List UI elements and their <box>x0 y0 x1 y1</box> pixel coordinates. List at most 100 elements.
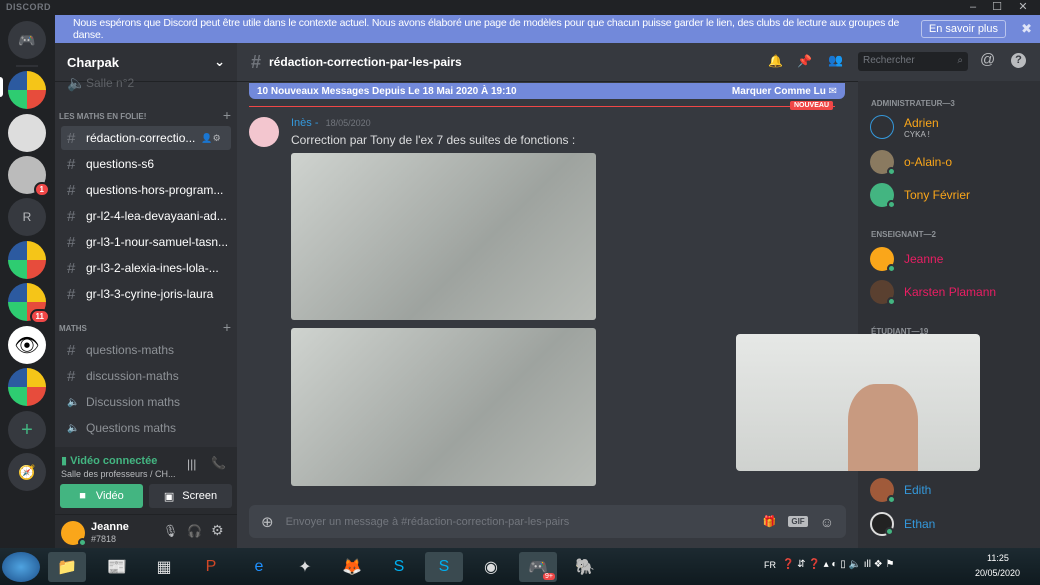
video-button[interactable]: ■ Vidéo <box>60 484 143 508</box>
whiteboard-image[interactable] <box>291 328 596 486</box>
noise-icon[interactable]: ||| <box>187 457 196 471</box>
voice-channel[interactable]: 🔈 Questions maths <box>61 416 231 440</box>
close-window-button[interactable]: ✕ <box>1012 0 1034 15</box>
screen-share-button[interactable]: ▣ Screen <box>149 484 232 508</box>
powerpoint-icon[interactable]: P <box>192 552 230 582</box>
explore-button[interactable]: 🧭 <box>8 453 46 491</box>
plus-icon[interactable]: + <box>223 107 231 123</box>
guild-name: Charpak <box>67 54 120 70</box>
pin-icon[interactable]: 📌 <box>797 54 812 68</box>
member-item[interactable]: o-Alain-o <box>870 150 952 176</box>
discord-taskbar-icon[interactable]: 🎮 9+ <box>519 552 557 582</box>
whiteboard-image[interactable] <box>291 153 596 320</box>
maximize-button[interactable]: ☐ <box>986 0 1008 15</box>
hash-icon: # <box>67 129 76 147</box>
member-item[interactable]: Jeanne <box>870 247 943 273</box>
plus-icon: + <box>21 418 33 441</box>
disconnect-icon[interactable]: 📞 <box>211 456 226 470</box>
member-item[interactable]: Edith <box>870 478 931 504</box>
chevron-down-icon: ⌄ <box>214 54 225 69</box>
channel-item[interactable]: # questions-s6 <box>61 152 231 176</box>
hash-icon: # <box>67 233 76 251</box>
help-icon[interactable]: ? <box>1011 53 1026 68</box>
avatar[interactable] <box>249 117 279 147</box>
member-item[interactable]: Ethan <box>870 512 935 536</box>
new-messages-bar[interactable]: 10 Nouveaux Messages Depuis Le 18 Mai 20… <box>249 83 845 99</box>
gear-icon[interactable]: ⚙ <box>211 522 224 539</box>
gif-icon[interactable]: GIF <box>788 516 808 527</box>
voice-channel[interactable]: 🔈 Discussion maths <box>61 390 231 414</box>
member-item[interactable]: Tony Février <box>870 183 970 209</box>
channel-item[interactable]: # questions-hors-program... <box>61 178 231 202</box>
unread-badge: 11 <box>29 309 50 324</box>
channel-label: gr-l2-4-lea-devayaani-ad... <box>86 209 227 223</box>
start-button[interactable] <box>2 552 40 582</box>
server-icon[interactable]: R <box>8 198 46 236</box>
search-input[interactable]: Rechercher ⌕ <box>858 52 968 71</box>
bell-icon[interactable]: 🔔 <box>768 54 783 68</box>
firefox-icon[interactable]: 🦊 <box>333 552 371 582</box>
close-banner-icon[interactable]: ✖ <box>1021 21 1032 37</box>
clock-time[interactable]: 11:25 <box>987 553 1009 563</box>
title-bar: DISCORD – ☐ ✕ <box>0 0 1040 15</box>
channel-label: gr-l3-1-nour-samuel-tasn... <box>86 235 229 249</box>
explorer-icon[interactable]: 📁 <box>48 552 86 582</box>
members-icon[interactable]: 👥 <box>828 53 843 67</box>
server-icon[interactable] <box>8 114 46 152</box>
banner-text: Nous espérons que Discord peut être util… <box>73 17 900 41</box>
channel-item[interactable]: # gr-l2-4-lea-devayaani-ad... <box>61 204 231 228</box>
channel-item[interactable]: # questions-maths <box>61 338 231 362</box>
channel-label: questions-s6 <box>86 157 155 171</box>
server-icon[interactable] <box>8 241 46 279</box>
channel-item[interactable]: # gr-l3-2-alexia-ines-lola-... <box>61 256 231 280</box>
server-icon[interactable]: 👁 <box>8 326 46 364</box>
minimize-button[interactable]: – <box>962 0 984 15</box>
invite-icon[interactable]: 👤⚙ <box>201 133 220 144</box>
server-icon[interactable] <box>8 368 46 406</box>
app-icon[interactable]: ✦ <box>286 552 324 582</box>
ie-icon[interactable]: e <box>240 552 278 582</box>
evernote-icon[interactable]: 🐘 <box>566 552 604 582</box>
mark-read-button[interactable]: Marquer Comme Lu ✉ <box>732 86 837 97</box>
channel-label: Questions maths <box>86 421 177 435</box>
app-icon[interactable]: 📰 <box>98 552 136 582</box>
apps-grid-icon[interactable]: ▦ <box>145 552 183 582</box>
learn-more-button[interactable]: En savoir plus <box>920 20 1006 38</box>
message-composer[interactable]: ⊕ Envoyer un message à #rédaction-correc… <box>249 505 846 538</box>
channel-item[interactable]: # gr-l3-1-nour-samuel-tasn... <box>61 230 231 254</box>
clock-date[interactable]: 20/05/2020 <box>975 568 1020 578</box>
server-icon[interactable]: 11 <box>8 283 50 324</box>
mention-icon[interactable]: @ <box>980 51 995 68</box>
emoji-icon[interactable]: ☺ <box>820 514 834 530</box>
webcam-overlay[interactable] <box>736 334 980 471</box>
microphone-icon[interactable]: 🎙 <box>163 524 178 538</box>
member-item[interactable]: Karsten Plamann <box>870 280 996 306</box>
server-icon[interactable] <box>8 71 46 109</box>
add-server-button[interactable]: + <box>8 411 46 449</box>
home-button[interactable]: 🎮 <box>8 21 46 59</box>
channel-item[interactable]: # discussion-maths <box>61 364 231 388</box>
skype-icon[interactable]: S <box>425 552 463 582</box>
voice-channel[interactable]: 🔈 Salle n°2 <box>61 71 231 95</box>
hash-icon: # <box>67 181 76 199</box>
channel-item[interactable]: # gr-l3-3-cyrine-joris-laura <box>61 282 231 306</box>
channel-label: Salle n°2 <box>86 76 135 90</box>
member-item[interactable]: Adrien CYKA ! <box>870 115 939 139</box>
gift-icon[interactable]: 🎁 <box>763 515 777 528</box>
tray-icons[interactable]: ❓ ⇵ ❓ ▴ ◐ ▯ 🔈 ıll ❖ ⚑ <box>782 559 894 570</box>
language-indicator[interactable]: FR <box>764 560 776 570</box>
chrome-icon[interactable]: ◉ <box>472 552 510 582</box>
plus-circle-icon[interactable]: ⊕ <box>261 513 274 531</box>
category-header[interactable]: LES MATHS EN FOLIE! + <box>59 107 231 123</box>
headphones-icon[interactable]: 🎧 <box>187 524 202 538</box>
new-divider <box>249 106 835 107</box>
skype-icon[interactable]: S <box>380 552 418 582</box>
channel-item[interactable]: # rédaction-correctio... 👤⚙ <box>61 126 231 150</box>
message-input[interactable]: Envoyer un message à #rédaction-correcti… <box>286 516 763 528</box>
avatar[interactable] <box>61 521 87 547</box>
message-author[interactable]: Inès - <box>291 117 319 129</box>
plus-icon[interactable]: + <box>223 319 231 335</box>
server-icon[interactable]: 1 <box>8 156 50 197</box>
user-tag: #7818 <box>91 534 117 544</box>
category-header[interactable]: MATHS + <box>59 319 231 335</box>
